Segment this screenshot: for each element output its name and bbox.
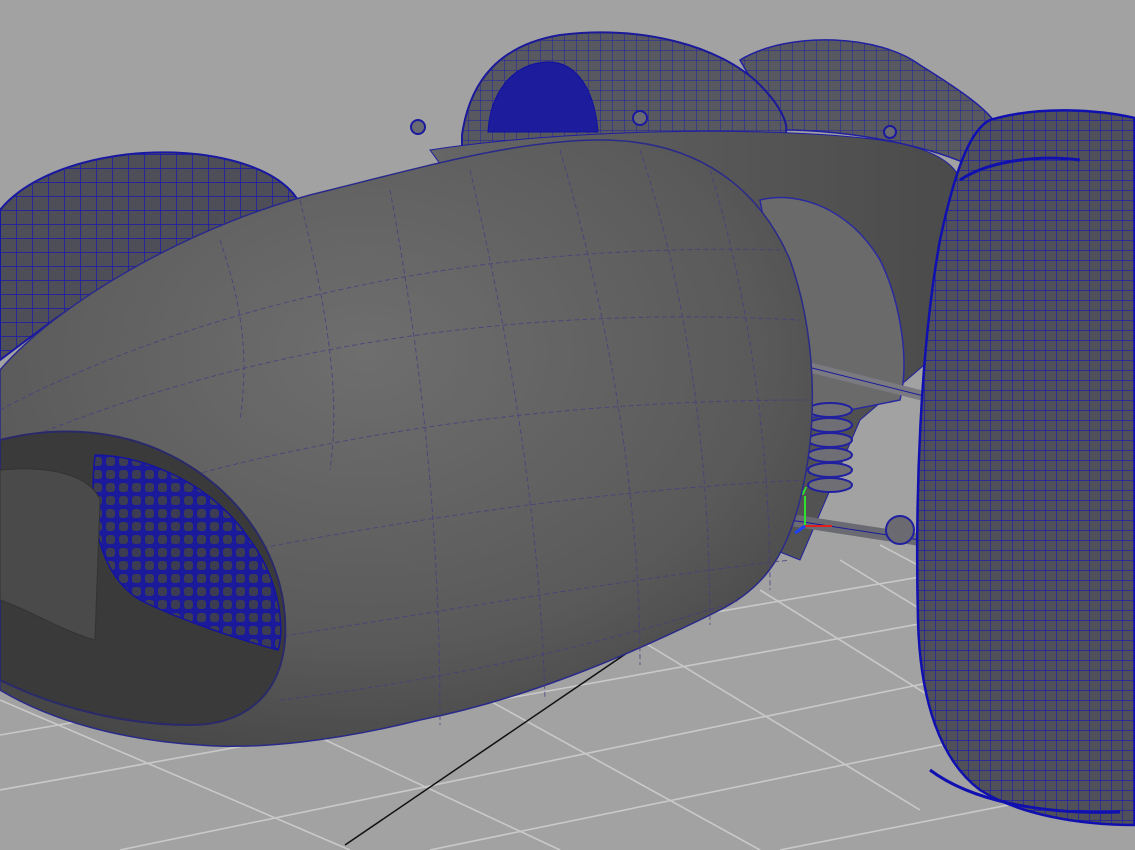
scene-canvas[interactable]: y xyxy=(0,0,1135,850)
front-wheel-right[interactable] xyxy=(915,109,1135,827)
3d-viewport[interactable]: y xyxy=(0,0,1135,850)
